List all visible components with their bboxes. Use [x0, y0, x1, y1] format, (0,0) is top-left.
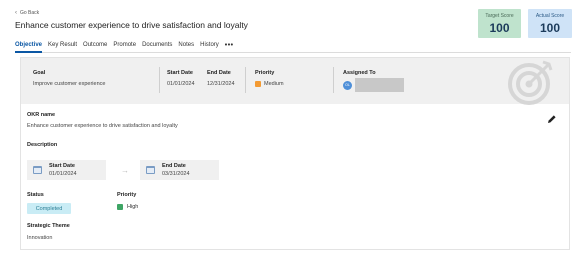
calendar-icon [33, 166, 42, 174]
divider [333, 67, 334, 93]
detail-start-label: Start Date [49, 163, 75, 169]
priority-high-indicator: High [117, 204, 138, 210]
summary-end-label: End Date [207, 70, 231, 76]
edit-pencil-icon[interactable] [547, 114, 557, 124]
okr-name-label: OKR name [27, 112, 56, 118]
detail-priority-value: High [127, 204, 139, 210]
status-label: Status [27, 192, 44, 198]
target-score-card: Target Score 100 [478, 9, 521, 38]
detail-end-date-box: End Date 03/31/2024 [140, 160, 219, 180]
back-label: Go Back [20, 10, 40, 16]
summary-start-value: 01/01/2024 [167, 81, 195, 87]
summary-end-value: 12/31/2024 [207, 81, 235, 87]
summary-band: Goal Improve customer experience Start D… [21, 58, 569, 105]
detail-end-value: 03/31/2024 [162, 171, 190, 177]
description-label: Description [27, 142, 58, 148]
assigned-column: Assigned To OL [343, 70, 404, 92]
summary-end-column: End Date 12/31/2024 [207, 70, 235, 87]
tab-objective[interactable]: Objective [15, 41, 43, 53]
avatar: OL [343, 80, 352, 90]
page-title: Enhance customer experience to drive sat… [15, 20, 248, 30]
target-score-value: 100 [489, 21, 510, 35]
detail-priority-label: Priority [117, 192, 137, 198]
summary-start-column: Start Date 01/01/2024 [167, 70, 195, 87]
tab-bar: Objective Key Result Outcome Promote Doc… [15, 41, 571, 53]
priority-medium-indicator: Medium [255, 81, 284, 87]
assignee-name-redacted [355, 78, 404, 92]
goal-column: Goal Improve customer experience [33, 70, 105, 87]
arrow-right-icon: → [121, 166, 129, 175]
priority-square-icon [255, 81, 261, 87]
summary-priority-column: Priority Medium [255, 70, 284, 87]
back-link[interactable]: ‹ Go Back [15, 10, 39, 16]
tab-key-result[interactable]: Key Result [48, 41, 77, 53]
detail-end-label: End Date [162, 163, 186, 169]
more-tabs-button[interactable]: ••• [225, 41, 234, 53]
divider [245, 67, 246, 93]
detail-start-date-box: Start Date 01/01/2024 [27, 160, 106, 180]
tab-outcome[interactable]: Outcome [83, 41, 107, 53]
tab-history[interactable]: History [200, 41, 219, 53]
target-icon [508, 60, 553, 105]
summary-priority-label: Priority [255, 70, 275, 76]
summary-priority-value: Medium [264, 81, 284, 87]
actual-score-label: Actual Score [535, 13, 565, 19]
chevron-left-icon: ‹ [15, 10, 17, 16]
summary-start-label: Start Date [167, 70, 193, 76]
strategic-theme-label: Strategic Theme [27, 223, 70, 229]
assigned-label: Assigned To [343, 70, 376, 76]
calendar-icon [146, 166, 155, 174]
tab-notes[interactable]: Notes [178, 41, 194, 53]
target-score-label: Target Score [485, 13, 514, 19]
okr-name-value: Enhance customer experience to drive sat… [27, 123, 178, 129]
priority-square-icon [117, 204, 123, 210]
tab-promote[interactable]: Promote [113, 41, 136, 53]
goal-value: Improve customer experience [33, 81, 106, 87]
actual-score-card: Actual Score 100 [528, 9, 572, 38]
goal-label: Goal [33, 70, 46, 76]
divider [159, 67, 160, 93]
tab-documents[interactable]: Documents [142, 41, 172, 53]
detail-start-value: 01/01/2024 [49, 171, 77, 177]
okr-detail-card: Goal Improve customer experience Start D… [20, 57, 570, 250]
assignee[interactable]: OL [343, 78, 404, 92]
status-badge: Completed [27, 203, 71, 214]
actual-score-value: 100 [539, 21, 561, 35]
strategic-theme-value: Innovation [27, 235, 53, 241]
